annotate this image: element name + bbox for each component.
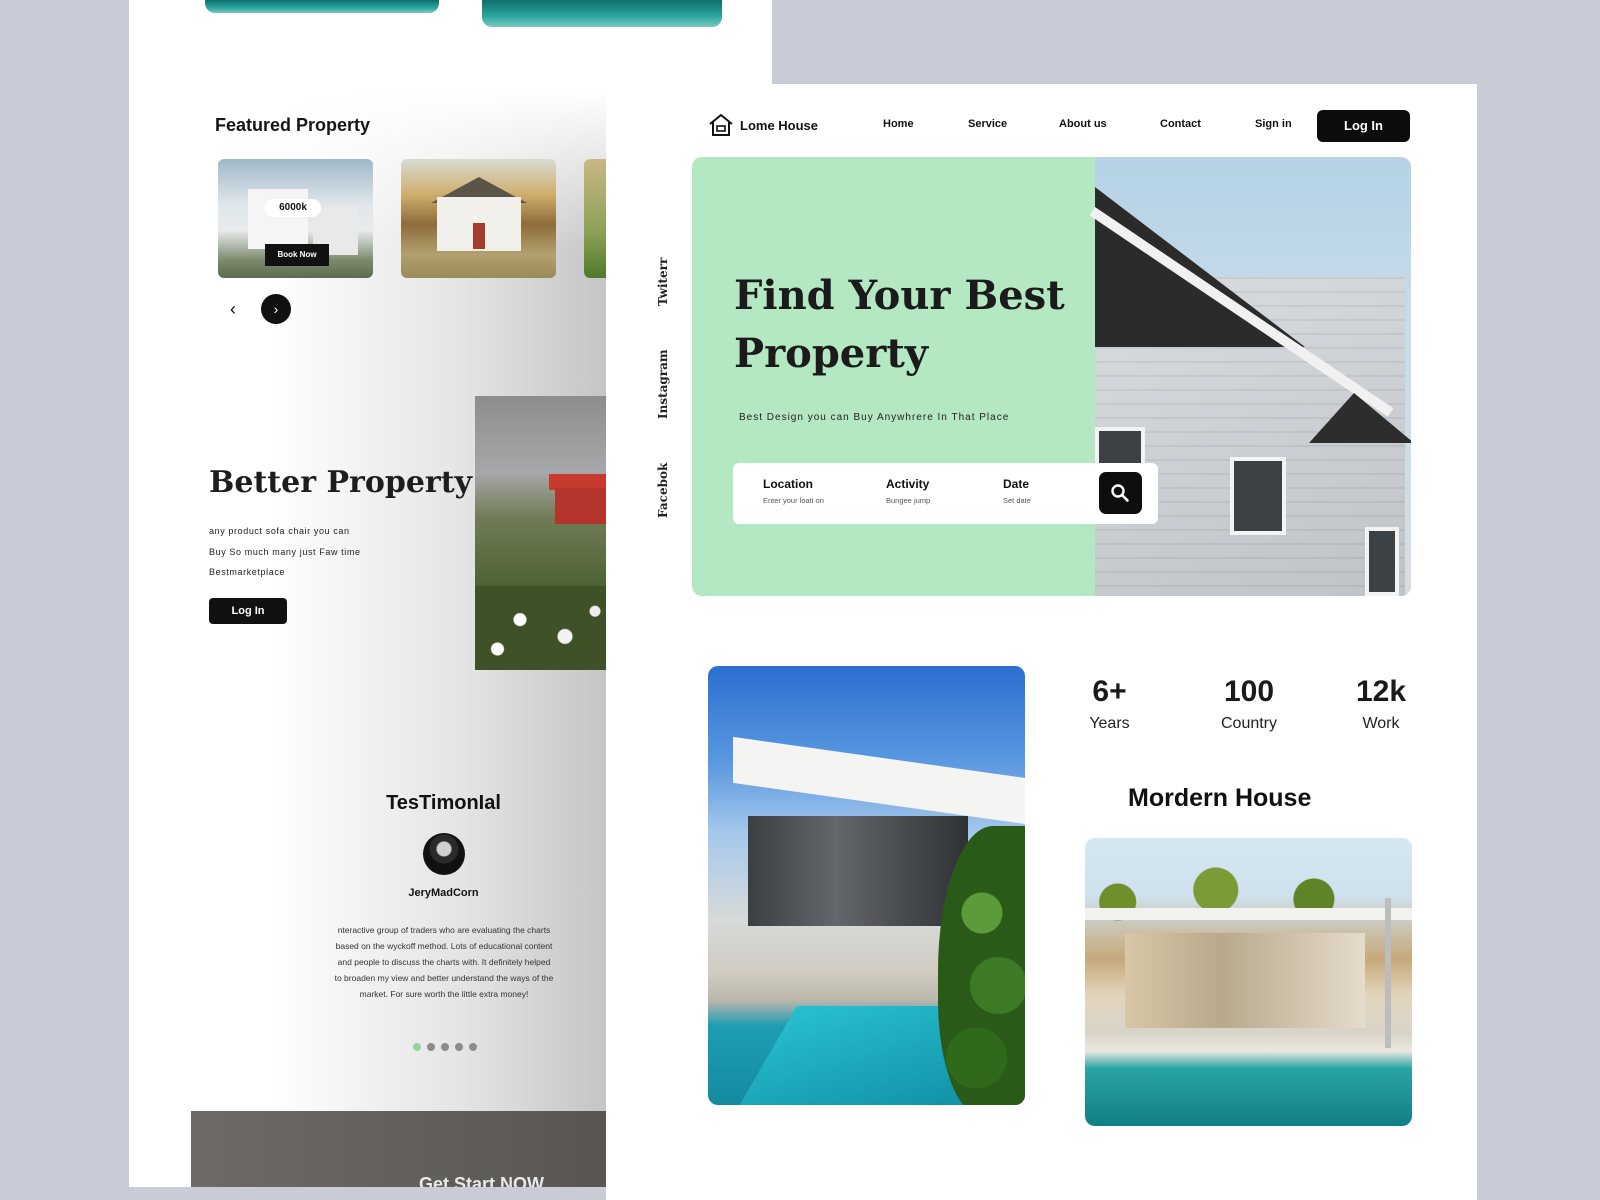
better-property-title: Better Property (209, 465, 473, 500)
avatar (423, 833, 465, 875)
front-page: Lome House Home Service About us Contact… (606, 84, 1477, 1200)
stat-country: 100 Country (1220, 675, 1278, 732)
search-button[interactable] (1099, 472, 1142, 514)
social-twitter-link[interactable]: Twiterr (656, 258, 670, 306)
nav-contact[interactable]: Contact (1160, 118, 1201, 130)
nav-sign-in[interactable]: Sign in (1255, 118, 1292, 130)
pagination-dot[interactable] (413, 1043, 421, 1051)
stat-years: 6+ Years (1089, 675, 1130, 732)
hero-section: Find Your Best Property Best Design you … (692, 157, 1411, 596)
book-now-button[interactable]: Book Now (265, 244, 329, 266)
chevron-right-icon[interactable]: › (261, 294, 291, 324)
top-pool-thumbnail (482, 0, 722, 27)
modern-house-pool-image (1085, 838, 1412, 1126)
date-field[interactable]: Date Set date (1003, 477, 1031, 505)
nav-home[interactable]: Home (883, 118, 914, 130)
chevron-left-icon[interactable]: ‹ (221, 297, 245, 321)
better-property-text: any product sofa chair you can (209, 526, 350, 536)
testimonial-pagination (413, 1043, 477, 1051)
better-property-text: Buy So much many just Faw time (209, 547, 361, 557)
testimonial-text: nteractive group of traders who are eval… (334, 925, 554, 999)
property-card[interactable] (401, 159, 556, 278)
search-icon (1111, 484, 1129, 502)
activity-field[interactable]: Activity Bungee jump (886, 477, 930, 505)
pagination-dot[interactable] (469, 1043, 477, 1051)
better-property-text: Bestmarketplace (209, 567, 286, 577)
modern-house-title: Mordern House (1128, 784, 1312, 812)
search-bar: Location Enter your loati on Activity Bu… (733, 463, 1158, 524)
hero-title: Find Your Best Property (734, 272, 1065, 377)
better-login-button[interactable]: Log In (209, 598, 287, 624)
brand-name: Lome House (740, 117, 819, 133)
property-card[interactable]: 6000k Book Now (218, 159, 373, 278)
social-facebook-link[interactable]: Facebok (656, 463, 670, 518)
pagination-dot[interactable] (455, 1043, 463, 1051)
top-pool-thumbnail (205, 0, 439, 13)
pagination-dot[interactable] (427, 1043, 435, 1051)
logo[interactable]: Lome House (708, 113, 818, 137)
featured-title: Featured Property (215, 115, 371, 135)
price-badge: 6000k (265, 199, 321, 217)
location-field[interactable]: Location Enter your loati on (763, 477, 824, 505)
house-outline-icon (709, 113, 733, 136)
login-button[interactable]: Log In (1317, 110, 1410, 142)
nav-service[interactable]: Service (968, 118, 1007, 130)
nav-about-us[interactable]: About us (1059, 118, 1107, 130)
modern-house-image (708, 666, 1025, 1105)
pagination-dot[interactable] (441, 1043, 449, 1051)
hero-house-image (1089, 157, 1411, 596)
stat-work: 12k Work (1355, 675, 1407, 732)
social-instagram-link[interactable]: Instagram (656, 349, 670, 419)
hero-subtitle: Best Design you can Buy Anywhrere In Tha… (739, 412, 1010, 423)
